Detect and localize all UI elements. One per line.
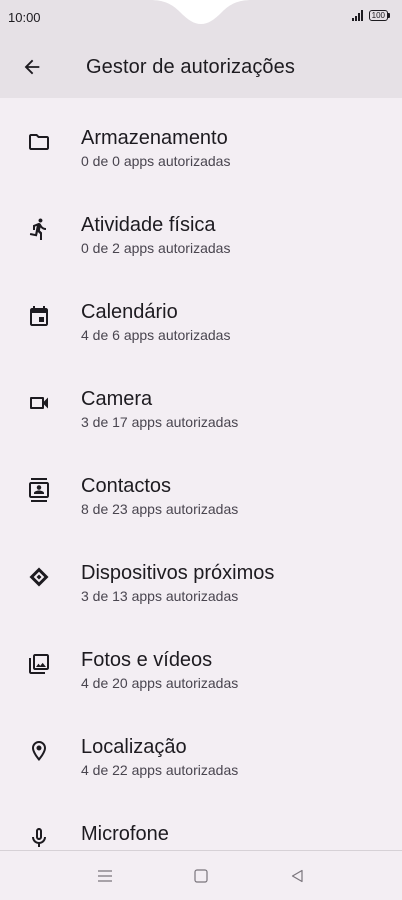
recent-apps-button[interactable] <box>95 866 115 886</box>
permission-label: Camera <box>81 388 153 410</box>
folder-icon <box>27 130 51 154</box>
back-button[interactable] <box>2 36 62 98</box>
system-nav-bar <box>0 850 402 900</box>
phone-screen: 10:00 100 Gestor de autorizações Armazen… <box>0 0 402 900</box>
app-bar: Gestor de autorizações <box>0 36 402 98</box>
permission-item-location[interactable]: Localização 4 de 22 apps autorizadas <box>0 707 402 794</box>
page-title: Gestor de autorizações <box>86 55 295 78</box>
running-person-icon <box>27 217 51 241</box>
menu-icon <box>98 870 112 882</box>
calendar-icon <box>27 304 51 328</box>
permission-label: Calendário <box>81 301 178 323</box>
status-icons: 100 <box>351 10 390 21</box>
permission-item-physical-activity[interactable]: Atividade física 0 de 2 apps autorizadas <box>0 185 402 272</box>
arrow-back-icon <box>24 59 40 75</box>
permission-summary: 0 de 0 apps autorizadas <box>81 153 231 169</box>
microphone-icon <box>27 826 51 850</box>
permission-summary: 4 de 22 apps autorizadas <box>81 762 239 778</box>
permission-summary: 3 de 17 apps autorizadas <box>81 414 239 430</box>
permission-summary: 4 de 20 apps autorizadas <box>81 675 239 691</box>
location-pin-icon <box>27 739 51 763</box>
nearby-devices-icon <box>27 565 51 589</box>
contacts-icon <box>27 477 51 502</box>
back-triangle-icon <box>291 869 303 883</box>
photo-library-icon <box>27 652 51 676</box>
home-button[interactable] <box>191 866 211 886</box>
permission-summary: 3 de 13 apps autorizadas <box>81 588 239 604</box>
permission-label: Localização <box>81 736 187 758</box>
permission-summary: 4 de 6 apps autorizadas <box>81 327 231 343</box>
permission-item-storage[interactable]: Armazenamento 0 de 0 apps autorizadas <box>0 98 402 185</box>
permission-label: Armazenamento <box>81 127 228 149</box>
permission-item-contacts[interactable]: Contactos 8 de 23 apps autorizadas <box>0 446 402 533</box>
permission-label: Microfone <box>81 823 169 845</box>
permission-list: Armazenamento 0 de 0 apps autorizadas At… <box>0 98 402 850</box>
permission-label: Contactos <box>81 475 172 497</box>
permission-label: Fotos e vídeos <box>81 649 213 671</box>
nav-back-button[interactable] <box>287 866 307 886</box>
permission-item-photos-videos[interactable]: Fotos e vídeos 4 de 20 apps autorizadas <box>0 620 402 707</box>
status-time: 10:00 <box>8 10 41 25</box>
video-camera-icon <box>27 391 51 415</box>
permission-label: Dispositivos próximos <box>81 562 275 584</box>
status-bar: 10:00 100 <box>0 0 402 36</box>
permission-item-camera[interactable]: Camera 3 de 17 apps autorizadas <box>0 359 402 446</box>
camera-notch <box>150 0 252 24</box>
battery-level: 100 <box>368 10 388 21</box>
home-square-icon <box>194 869 208 883</box>
permission-item-microphone[interactable]: Microfone <box>0 794 402 850</box>
permission-label: Atividade física <box>81 214 216 236</box>
permission-summary: 8 de 23 apps autorizadas <box>81 501 239 517</box>
permission-item-calendar[interactable]: Calendário 4 de 6 apps autorizadas <box>0 272 402 359</box>
permission-item-nearby-devices[interactable]: Dispositivos próximos 3 de 13 apps autor… <box>0 533 402 620</box>
signal-icon <box>351 10 363 21</box>
battery-icon: 100 <box>368 10 390 21</box>
permission-summary: 0 de 2 apps autorizadas <box>81 240 231 256</box>
